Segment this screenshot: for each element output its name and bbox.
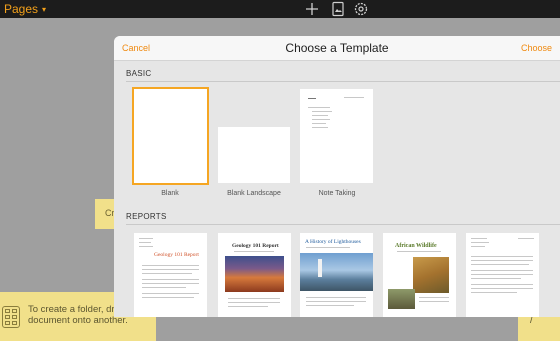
chevron-down-icon: ▾ (42, 4, 47, 14)
choose-button[interactable]: Choose (521, 43, 552, 53)
folder-grid-icon (2, 306, 20, 328)
lighthouse-photo (300, 253, 373, 291)
note-line (312, 127, 328, 128)
giraffe-photo (413, 257, 449, 293)
app-title-menu[interactable]: Pages ▾ (4, 2, 46, 16)
note-line (312, 115, 328, 116)
report-title: Geology 101 Report (232, 243, 279, 249)
settings-icon[interactable] (353, 1, 369, 17)
report-title: African Wildlife (395, 243, 437, 249)
section-label-basic: BASIC (126, 69, 152, 78)
report-meta-line (471, 246, 485, 247)
note-line (308, 107, 330, 108)
section-divider (126, 224, 560, 225)
lighthouse-tower (318, 259, 322, 277)
template-report-lighthouses[interactable]: A History of Lighthouses (300, 233, 373, 317)
report-body-line (471, 270, 533, 271)
template-label: Blank (161, 190, 179, 197)
report-body-line (471, 284, 533, 285)
report-body-line (471, 256, 533, 257)
report-meta-line (139, 242, 151, 243)
app-toolbar: Pages ▾ (0, 0, 560, 18)
template-label: Note Taking (318, 190, 356, 197)
report-body-line (142, 269, 199, 270)
report-subtitle-line (234, 251, 274, 252)
report-body-line (306, 297, 366, 298)
app-title-label: Pages (4, 2, 39, 16)
report-body-line (419, 297, 449, 298)
report-body-line (142, 297, 194, 298)
add-icon[interactable] (304, 1, 320, 17)
report-body-line (306, 305, 354, 306)
template-report-formal[interactable] (466, 233, 539, 317)
report-meta-line (139, 246, 153, 247)
report-title: A History of Lighthouses (305, 239, 361, 245)
template-label: Blank Landscape (227, 190, 281, 197)
template-chooser-sheet: Cancel Choose a Template Choose BASIC Bl… (114, 36, 560, 317)
template-blank-landscape[interactable] (218, 127, 290, 183)
report-subtitle-line (306, 247, 350, 248)
report-meta-line (471, 242, 489, 243)
report-title: Geology 101 Report (154, 252, 199, 258)
note-line (312, 111, 332, 112)
report-meta-line (471, 238, 487, 239)
template-blank[interactable] (132, 87, 209, 185)
note-line (312, 123, 326, 124)
report-body-line (471, 288, 533, 289)
report-body-line (419, 301, 449, 302)
template-report-geology-text[interactable]: Geology 101 Report (134, 233, 207, 317)
report-subtitle-line (397, 251, 441, 252)
zebra-photo (388, 289, 415, 309)
sheet-header: Cancel Choose a Template Choose (114, 36, 560, 61)
report-body-line (228, 306, 268, 307)
report-body-line (471, 292, 517, 293)
report-body-line (471, 274, 533, 275)
report-body-line (142, 293, 199, 294)
report-body-line (471, 264, 529, 265)
template-report-geology-photo[interactable]: Geology 101 Report (218, 233, 291, 317)
template-note-taking[interactable] (300, 89, 373, 183)
note-date-line (344, 97, 364, 98)
report-body-line (142, 265, 199, 266)
note-heading-line (308, 98, 316, 99)
report-meta-line (518, 238, 534, 239)
report-body-line (142, 287, 186, 288)
report-body-line (142, 279, 199, 280)
report-body-line (306, 301, 366, 302)
media-icon[interactable] (330, 1, 346, 17)
report-body-line (228, 302, 280, 303)
report-body-line (228, 298, 280, 299)
report-body-line (471, 278, 521, 279)
report-meta-line (139, 238, 153, 239)
report-body-line (142, 283, 199, 284)
report-body-line (471, 260, 533, 261)
section-label-reports: REPORTS (126, 212, 167, 221)
note-line (312, 119, 330, 120)
report-body-line (142, 273, 192, 274)
section-divider (126, 81, 560, 82)
sheet-title: Choose a Template (285, 41, 389, 55)
template-report-wildlife[interactable]: African Wildlife (383, 233, 456, 317)
canyon-photo (225, 256, 284, 292)
